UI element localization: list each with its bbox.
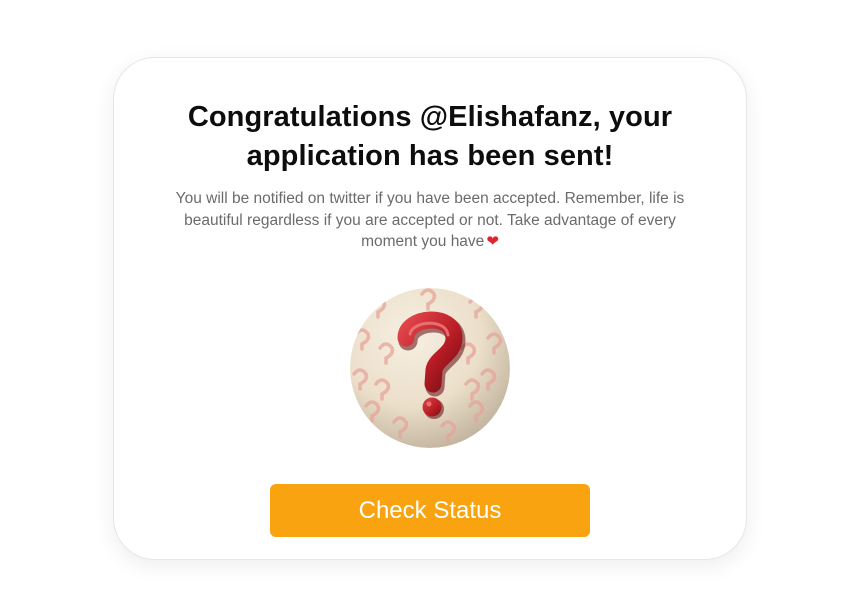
dialog-message: You will be notified on twitter if you h… [159,188,701,253]
question-mark-image [350,288,510,448]
heart-emoji-icon: ❤ [486,232,499,250]
check-status-button[interactable]: Check Status [270,484,590,537]
application-sent-card: Congratulations @Elishafanz, your applic… [113,57,747,560]
question-mark-icon [350,288,510,448]
dialog-title: Congratulations @Elishafanz, your applic… [187,101,673,172]
message-text: You will be notified on twitter if you h… [175,190,685,250]
